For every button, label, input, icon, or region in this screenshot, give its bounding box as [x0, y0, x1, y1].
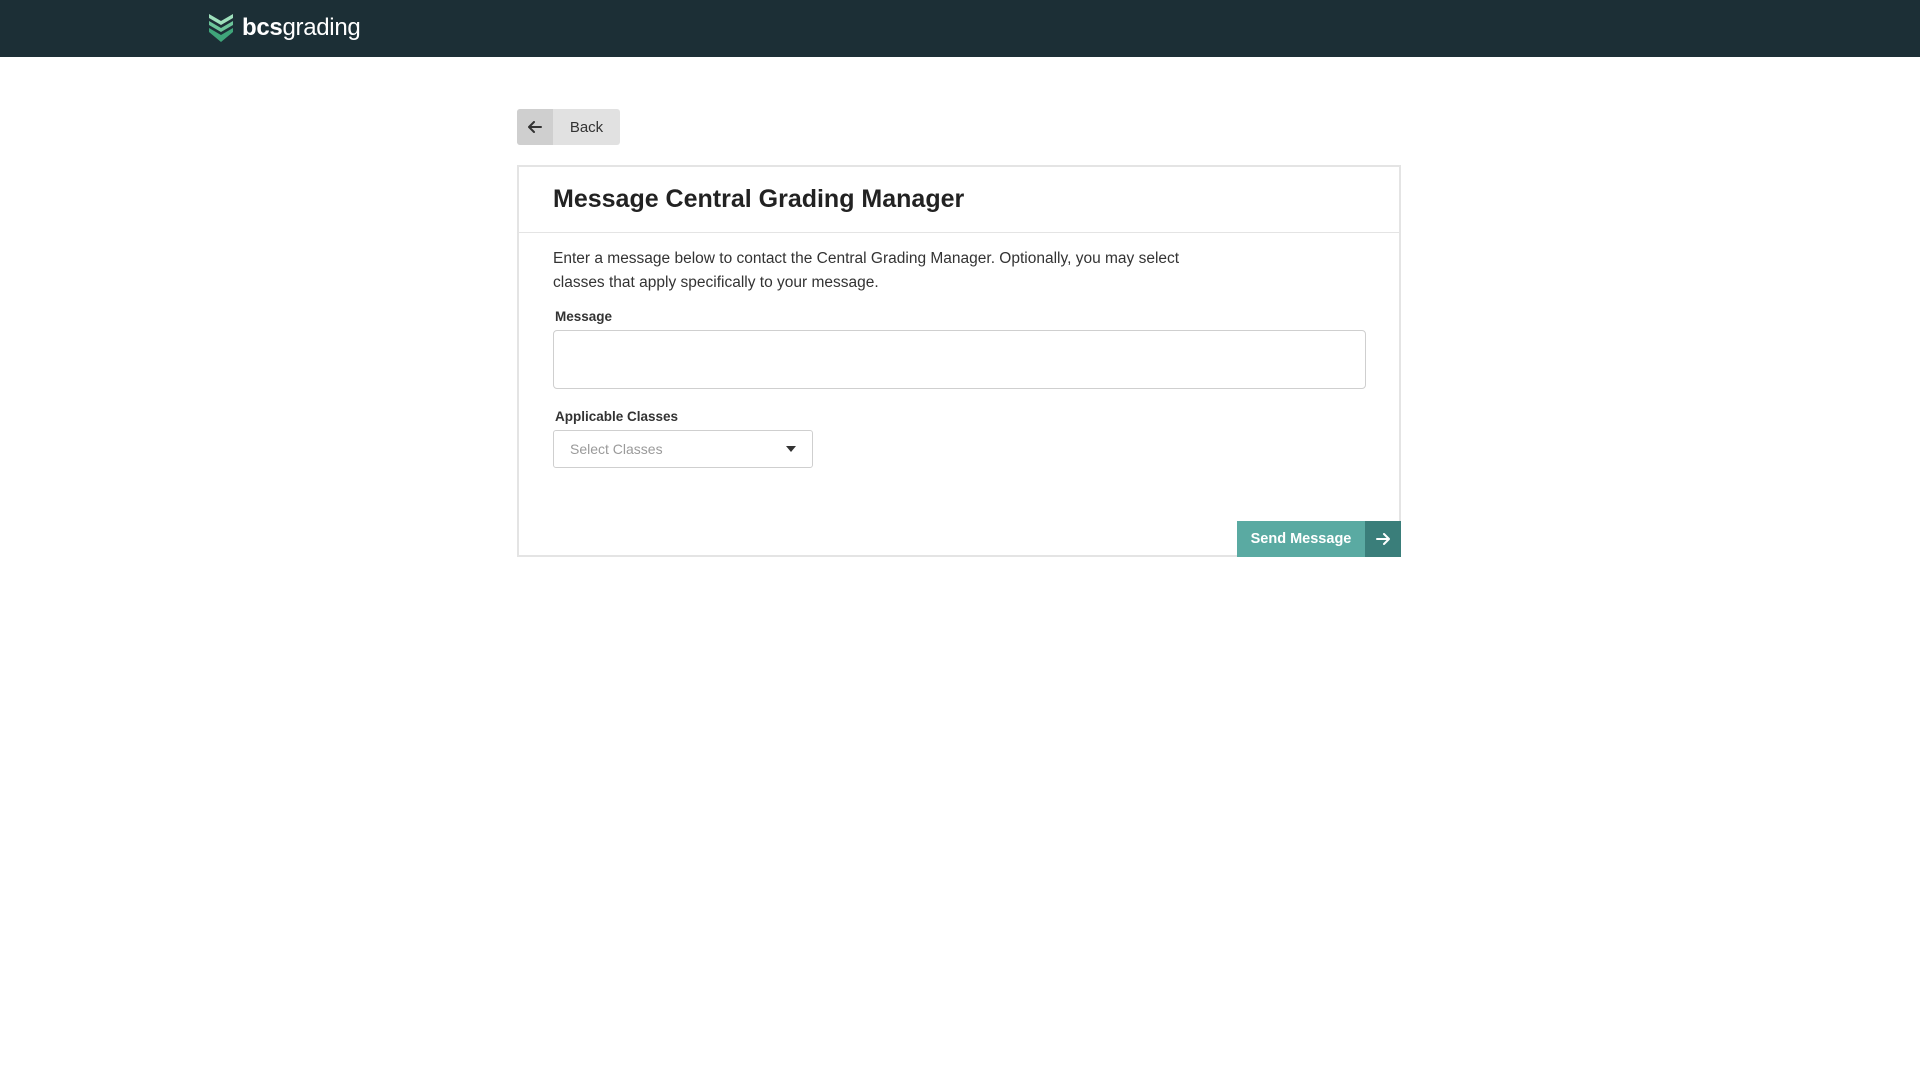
- card-header: Message Central Grading Manager: [519, 167, 1399, 233]
- layered-chevron-logo-icon: [209, 14, 233, 42]
- select-classes-dropdown[interactable]: Select Classes: [553, 430, 813, 468]
- top-navbar: bcsgrading: [0, 0, 1920, 57]
- back-button[interactable]: Back: [517, 109, 620, 145]
- message-card: Message Central Grading Manager Enter a …: [517, 165, 1401, 557]
- card-body: Enter a message below to contact the Cen…: [519, 233, 1399, 468]
- send-message-label: Send Message: [1237, 521, 1365, 557]
- caret-down-icon: [786, 446, 796, 452]
- applicable-classes-label: Applicable Classes: [555, 409, 679, 424]
- bcs-grading-logo[interactable]: bcsgrading: [207, 11, 361, 45]
- arrow-right-icon: [1365, 521, 1401, 557]
- message-input[interactable]: [553, 330, 1366, 389]
- logo-wordmark: bcsgrading: [242, 14, 361, 41]
- back-button-label: Back: [569, 118, 604, 136]
- select-classes-placeholder: Select Classes: [570, 441, 663, 457]
- intro-text: Enter a message below to contact the Cen…: [553, 250, 1180, 291]
- arrow-left-icon: [517, 109, 553, 145]
- page-title: Message Central Grading Manager: [553, 185, 965, 213]
- send-message-button[interactable]: Send Message: [1237, 521, 1401, 557]
- message-label: Message: [555, 309, 613, 324]
